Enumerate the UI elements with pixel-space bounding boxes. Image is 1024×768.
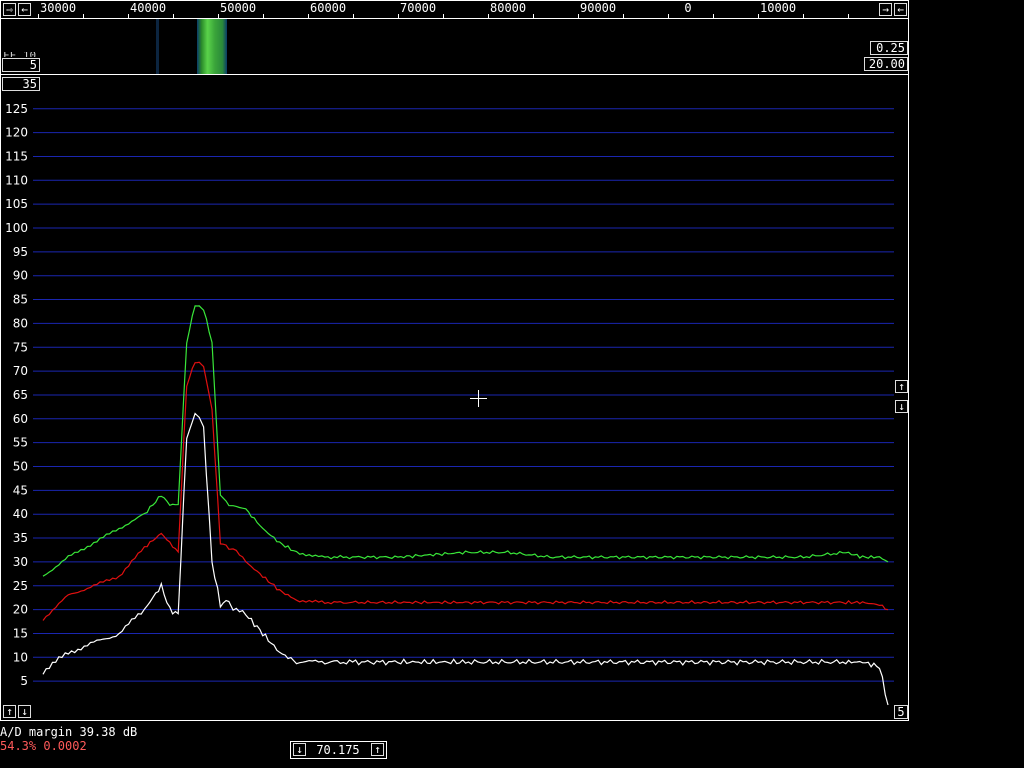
y-tick-label: 95: [13, 245, 28, 259]
spectrum-scroll-down-icon[interactable]: ↓: [18, 705, 31, 718]
frequency-tick-mark: [308, 14, 309, 18]
frequency-value[interactable]: 70.175: [309, 744, 367, 757]
scroll-left-icon[interactable]: ←: [18, 3, 31, 16]
spectrum-bottom-right-box[interactable]: 5: [894, 705, 908, 719]
cpu-load-status: 54.3% 0.0002: [0, 739, 87, 753]
spectrum-chart: 1251201151101051009590858075706560555045…: [5, 102, 894, 706]
spectrum-plot[interactable]: 125 120 115 110 105 100 95 90 85 80 75 70 65 60 55 50 45…: [0, 74, 909, 721]
y-tick-label: 55: [13, 436, 28, 450]
spectrum-scroll-up-icon[interactable]: ↑: [3, 705, 16, 718]
y-tick-label: 75: [13, 340, 28, 354]
spectrum-trace-1: [42, 361, 889, 621]
cursor-crosshair-icon: [470, 390, 487, 407]
scroll-right-icon[interactable]: →: [879, 3, 892, 16]
y-tick-label: 120: [5, 126, 28, 140]
spectrum-top-left-box[interactable]: 35: [2, 77, 40, 91]
frequency-tick-label: 80000: [490, 1, 527, 15]
frequency-tick-mark: [128, 14, 129, 18]
y-tick-label: 45: [13, 483, 28, 497]
y-tick-label: 125: [5, 102, 28, 116]
y-tick-label: 20: [13, 603, 28, 617]
scroll-left-fast-button[interactable]: ⇨: [3, 3, 16, 16]
y-tick-label: 85: [13, 293, 28, 307]
y-tick-label: 115: [5, 149, 28, 163]
y-tick-label: 5: [20, 674, 28, 688]
frequency-scale[interactable]: ⇨ ← 30000 40000 50000 60000 70000 80000 90000 0…: [0, 0, 909, 19]
y-tick-label: 15: [13, 626, 28, 640]
y-tick-label: 30: [13, 555, 28, 569]
frequency-control[interactable]: ↓ 70.175 ↑: [290, 741, 387, 759]
frequency-tick-label: 40000: [130, 1, 167, 15]
frequency-tick-mark: [218, 14, 219, 18]
waterfall-left-value-box[interactable]: 5: [2, 58, 40, 72]
ad-margin-status: A/D margin 39.38 dB: [0, 725, 138, 739]
waterfall-faint-line: [156, 19, 159, 74]
frequency-tick-label: 50000: [220, 1, 257, 15]
frequency-tick-mark: [38, 14, 39, 18]
y-tick-label: 35: [13, 531, 28, 545]
y-tick-label: 25: [13, 579, 28, 593]
y-tick-label: 60: [13, 412, 28, 426]
frequency-tick-label: 10000: [760, 1, 797, 15]
waterfall-gain-box[interactable]: 0.25: [870, 41, 908, 55]
frequency-tick-mark: [533, 14, 534, 18]
spectrum-trace-0: [42, 305, 889, 577]
frequency-tick-label: 30000: [40, 1, 77, 15]
y-tick-label: 80: [13, 316, 28, 330]
frequency-tick-label: 60000: [310, 1, 347, 15]
frequency-tick-mark: [353, 14, 354, 18]
y-tick-label: 105: [5, 197, 28, 211]
frequency-tick-mark: [758, 14, 759, 18]
frequency-tick-label: 0: [684, 1, 692, 15]
frequency-tick-mark: [803, 14, 804, 18]
frequency-tick-mark: [623, 14, 624, 18]
frequency-up-icon[interactable]: ↑: [371, 743, 384, 756]
frequency-tick-label: 70000: [400, 1, 437, 15]
scroll-right-fast-button[interactable]: ←: [894, 3, 907, 16]
y-tick-label: 10: [13, 650, 28, 664]
frequency-tick-mark: [263, 14, 264, 18]
y-tick-label: 100: [5, 221, 28, 235]
frequency-tick-mark: [848, 14, 849, 18]
frequency-tick-mark: [578, 14, 579, 18]
spectrum-zoom-up-icon[interactable]: ↑: [895, 380, 908, 393]
frequency-tick-mark: [668, 14, 669, 18]
frequency-tick-mark: [443, 14, 444, 18]
y-tick-label: 70: [13, 364, 28, 378]
y-tick-label: 50: [13, 460, 28, 474]
frequency-tick-mark: [83, 14, 84, 18]
frequency-tick-mark: [173, 14, 174, 18]
waterfall-display[interactable]: FF 10 5 0.25 20.00: [0, 19, 909, 74]
waterfall-label-partial: FF 10: [3, 52, 36, 57]
y-tick-label: 65: [13, 388, 28, 402]
frequency-tick-label: 90000: [580, 1, 617, 15]
y-tick-label: 110: [5, 173, 28, 187]
frequency-tick-mark: [713, 14, 714, 18]
spectrum-trace-2: [42, 412, 889, 706]
waterfall-signal-band: [197, 19, 227, 74]
y-tick-label: 90: [13, 269, 28, 283]
frequency-tick-mark: [488, 14, 489, 18]
spectrum-zoom-down-icon[interactable]: ↓: [895, 400, 908, 413]
frequency-down-icon[interactable]: ↓: [293, 743, 306, 756]
frequency-tick-mark: [398, 14, 399, 18]
waterfall-zero-box[interactable]: 20.00: [864, 57, 908, 71]
y-tick-label: 40: [13, 507, 28, 521]
